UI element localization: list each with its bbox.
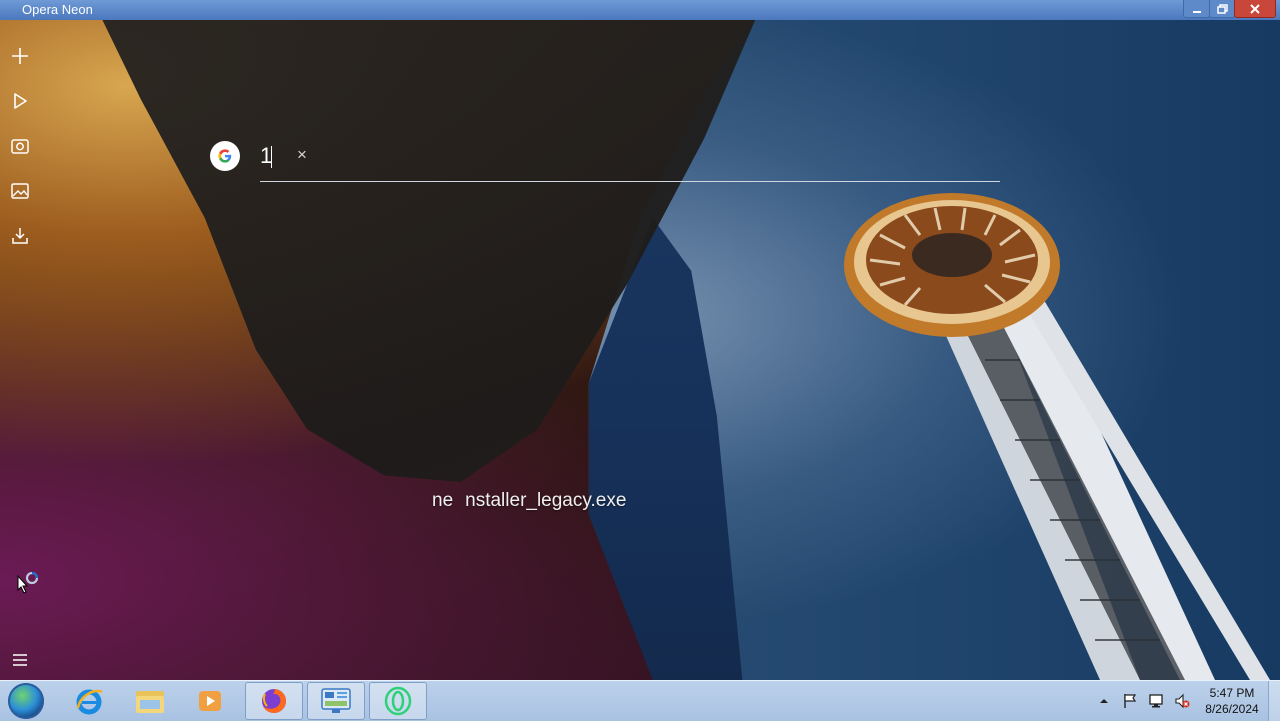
media-player-icon	[199, 691, 221, 711]
opera-neon-icon	[384, 686, 412, 716]
plus-icon	[12, 48, 28, 64]
text-caret	[271, 146, 272, 168]
taskbar-file-explorer[interactable]	[121, 682, 179, 720]
search-underline	[260, 181, 1000, 182]
taskbar-opera-neon[interactable]	[369, 682, 427, 720]
restore-icon	[1216, 3, 1228, 14]
system-tray	[1096, 681, 1190, 721]
restore-button[interactable]	[1209, 0, 1235, 18]
filename-fragment-left: ne	[432, 490, 454, 511]
internet-explorer-icon	[76, 689, 103, 715]
search-input[interactable]	[260, 142, 285, 170]
clear-search-button[interactable]: ×	[290, 143, 314, 167]
volume-muted-icon	[1175, 693, 1190, 709]
download-icon	[12, 228, 28, 244]
network-icon	[1149, 694, 1163, 708]
google-logo	[218, 149, 232, 163]
hamburger-menu-icon	[13, 654, 27, 666]
taskbar-control-panel[interactable]	[307, 682, 365, 720]
taskbar: 5:47 PM 8/26/2024	[0, 680, 1280, 721]
busy-cursor-icon	[17, 572, 39, 594]
window-titlebar: Opera Neon	[0, 0, 1280, 20]
minimize-button[interactable]	[1183, 0, 1210, 18]
camera-icon	[11, 139, 29, 154]
close-icon	[1250, 3, 1260, 14]
taskbar-internet-explorer[interactable]	[60, 682, 118, 720]
chevron-up-icon	[1100, 699, 1108, 703]
volume-button[interactable]	[1174, 693, 1190, 709]
show-desktop-button[interactable]	[1268, 681, 1280, 721]
taskbar-firefox[interactable]	[245, 682, 303, 720]
clock-time: 5:47 PM	[1209, 686, 1255, 700]
control-panel-icon	[321, 688, 351, 713]
new-tab-button[interactable]	[8, 44, 32, 68]
google-g-icon[interactable]	[210, 141, 240, 171]
image-icon	[11, 183, 29, 199]
clock[interactable]: 5:47 PM 8/26/2024	[1196, 685, 1268, 717]
play-icon	[14, 93, 27, 109]
download-filename[interactable]: ne nstaller_legacy.exe	[432, 490, 626, 512]
start-button[interactable]	[8, 683, 44, 719]
window-title: Opera Neon	[22, 2, 93, 17]
filename-fragment-right: nstaller_legacy.exe	[465, 490, 627, 511]
search-bar: ×	[208, 140, 1008, 184]
clock-date: 8/26/2024	[1205, 702, 1259, 716]
media-player-button[interactable]	[8, 89, 32, 113]
taskbar-media-player[interactable]	[181, 682, 239, 720]
action-center-button[interactable]	[1122, 693, 1138, 709]
close-button[interactable]	[1234, 0, 1276, 18]
file-explorer-icon	[136, 691, 164, 713]
gallery-button[interactable]	[8, 179, 32, 203]
show-hidden-icons-button[interactable]	[1096, 693, 1112, 709]
minimize-icon	[1192, 10, 1201, 13]
flag-icon	[1124, 694, 1137, 708]
network-button[interactable]	[1148, 693, 1164, 709]
menu-button[interactable]	[8, 648, 32, 672]
wallpaper-scene	[0, 20, 1280, 680]
firefox-icon	[262, 689, 286, 713]
downloads-button[interactable]	[8, 224, 32, 248]
snapshot-button[interactable]	[8, 134, 32, 158]
